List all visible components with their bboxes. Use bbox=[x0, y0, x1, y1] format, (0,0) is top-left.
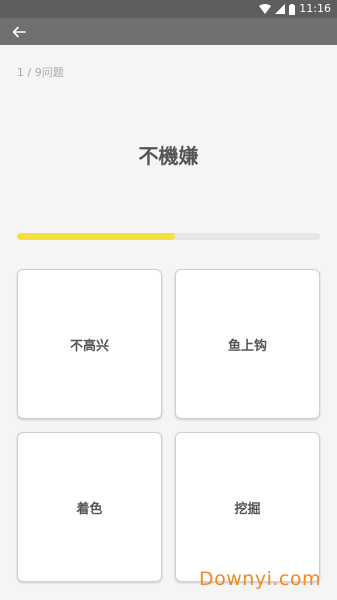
progress-fill bbox=[17, 233, 175, 240]
answer-option-1[interactable]: 不高兴 bbox=[17, 269, 162, 419]
battery-icon bbox=[289, 3, 296, 15]
arrow-left-icon bbox=[12, 26, 26, 38]
status-icons: 11:16 bbox=[259, 2, 331, 16]
watermark: Downyi.com bbox=[199, 568, 321, 590]
question-word: 不機嫌 bbox=[138, 144, 199, 168]
status-bar: 11:16 bbox=[0, 0, 337, 18]
app-bar bbox=[0, 18, 337, 45]
answer-option-2[interactable]: 鱼上钩 bbox=[175, 269, 320, 419]
answer-option-4[interactable]: 挖掘 bbox=[175, 432, 320, 582]
progress-bar bbox=[17, 233, 320, 240]
wifi-icon bbox=[259, 4, 272, 14]
status-time: 11:16 bbox=[299, 2, 331, 15]
signal-icon bbox=[275, 4, 286, 14]
back-button[interactable] bbox=[8, 21, 30, 43]
answer-option-3[interactable]: 着色 bbox=[17, 432, 162, 582]
question-counter: 1 / 9问题 bbox=[17, 66, 64, 79]
